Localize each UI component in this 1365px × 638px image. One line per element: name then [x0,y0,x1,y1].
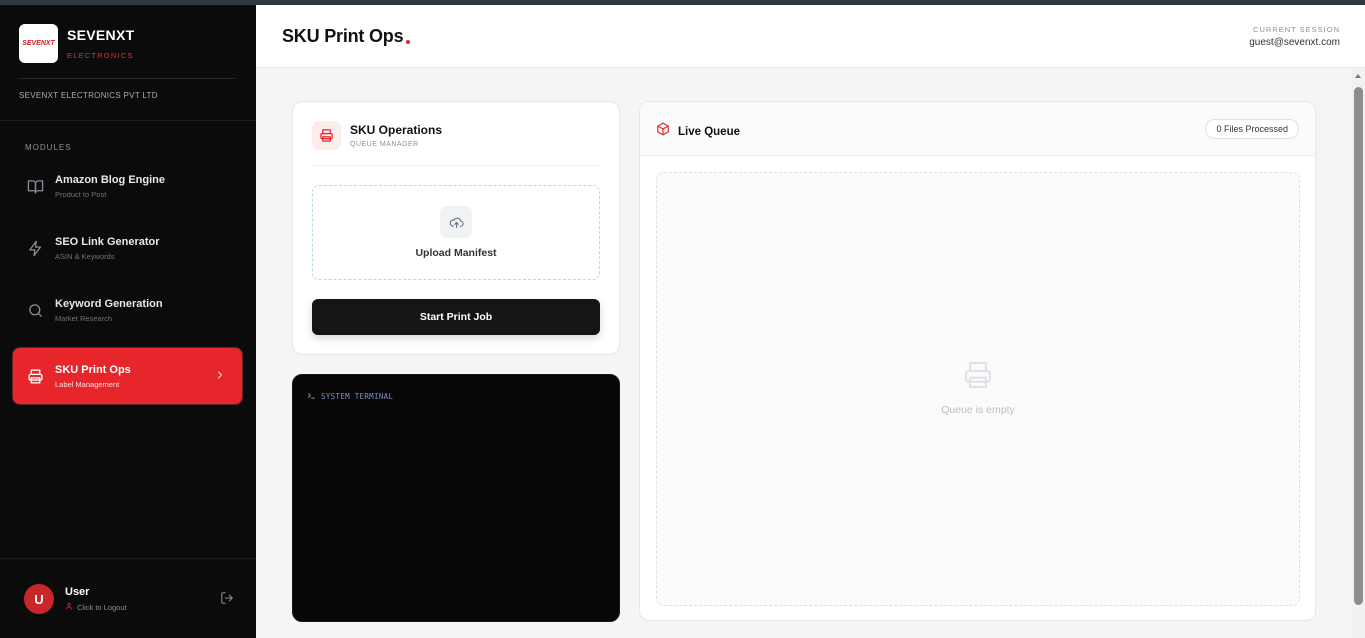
divider [0,120,256,121]
sku-operations-card: SKU Operations QUEUE MANAGER Upload Mani… [292,101,620,355]
sidebar-item-sublabel: Market Research [55,313,113,323]
session-label: CURRENT SESSION [1253,25,1340,34]
chevron-right-icon [214,368,226,386]
book-icon [25,176,45,196]
terminal-label: SYSTEM TERMINAL [321,392,394,401]
sidebar-item-sublabel: Product to Post [55,189,107,199]
session-email: guest@sevenxt.com [1249,37,1340,48]
logout-icon[interactable] [220,591,234,610]
title-accent-dot [406,40,410,44]
brand: SEVENXT SEVENXT ELECTRONICS [19,24,134,63]
queue-empty-area: Queue is empty [656,172,1300,606]
sidebar-item-sublabel: Label Management [55,379,120,389]
brand-logo: SEVENXT [19,24,58,63]
box-icon [656,122,670,141]
terminal-prompt-icon [307,391,316,402]
scrollbar[interactable] [1352,68,1365,638]
queue-empty-text: Queue is empty [941,404,1015,416]
live-queue-card: Live Queue 0 Files Processed Queue is em… [639,101,1316,621]
scroll-up-arrow-icon[interactable] [1355,74,1361,78]
queue-title: Live Queue [678,125,740,138]
upload-label: Upload Manifest [415,247,497,259]
lightning-icon [25,238,45,258]
search-icon [25,300,45,320]
cloud-upload-icon [440,206,472,238]
current-session: CURRENT SESSION guest@sevenxt.com [1249,25,1340,48]
page-header: SKU Print Ops CURRENT SESSION guest@seve… [256,5,1365,68]
brand-name: SEVENXT [67,27,135,43]
user-icon [65,602,73,612]
files-processed-badge: 0 Files Processed [1205,119,1299,139]
card-subtitle: QUEUE MANAGER [350,141,419,148]
brand-logo-text: SEVENXT [22,40,55,47]
modules-section-label: MODULES [25,143,72,152]
avatar: U [24,584,54,614]
sidebar-item-seo-link-generator[interactable]: SEO Link Generator ASIN & Keywords [13,220,242,276]
divider [312,165,600,166]
sidebar-item-label: Keyword Generation [55,297,163,310]
page-title: SKU Print Ops [282,26,404,46]
sidebar-item-label: SEO Link Generator [55,235,160,248]
printer-icon [962,359,994,396]
system-terminal: SYSTEM TERMINAL [292,374,620,622]
logout-hint[interactable]: Click to Logout [77,603,127,612]
sidebar-item-amazon-blog-engine[interactable]: Amazon Blog Engine Product to Post [13,158,242,214]
divider [0,558,256,559]
printer-icon [312,121,341,150]
divider [19,78,236,79]
sidebar-item-keyword-generation[interactable]: Keyword Generation Market Research [13,282,242,338]
sidebar-item-label: Amazon Blog Engine [55,173,165,186]
start-print-job-button[interactable]: Start Print Job [312,299,600,335]
sidebar-item-sublabel: ASIN & Keywords [55,251,115,261]
sidebar-item-label: SKU Print Ops [55,363,131,376]
scrollbar-thumb[interactable] [1354,87,1363,605]
card-title: SKU Operations [350,123,443,137]
user-profile[interactable]: U User Click to Logout [24,584,236,614]
brand-subtitle: ELECTRONICS [67,51,134,60]
company-name: SEVENXT ELECTRONICS PVT LTD [19,91,158,100]
sidebar-item-sku-print-ops[interactable]: SKU Print Ops Label Management [13,348,242,404]
upload-manifest-dropzone[interactable]: Upload Manifest [312,185,600,280]
printer-icon [25,366,45,386]
user-name: User [65,586,90,598]
sidebar: SEVENXT SEVENXT ELECTRONICS SEVENXT ELEC… [0,5,256,638]
